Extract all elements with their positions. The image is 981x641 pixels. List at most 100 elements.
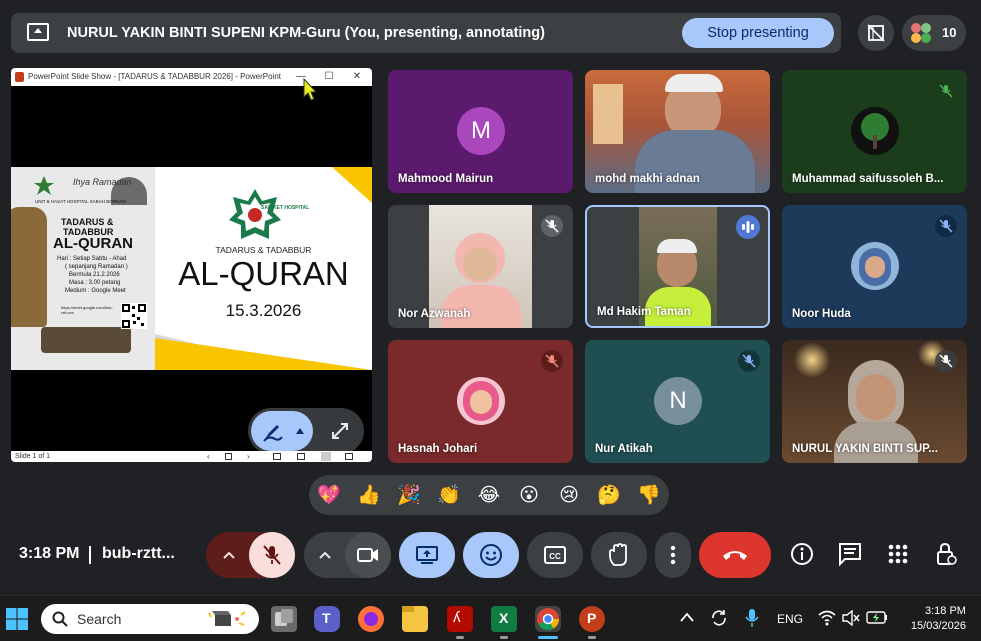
sorter-view-icon[interactable] <box>297 453 305 460</box>
participant-tile[interactable]: Muhammad saifussoleh B... <box>782 70 967 193</box>
avatar: N <box>654 377 702 425</box>
chat-button[interactable] <box>837 541 865 569</box>
reaction-sad[interactable]: 😢 <box>556 482 582 508</box>
camera-button[interactable] <box>345 532 391 578</box>
mouse-cursor-icon <box>303 78 318 101</box>
more-vert-icon <box>670 545 676 565</box>
audio-settings-button[interactable] <box>206 532 250 578</box>
lock-person-icon <box>937 542 957 565</box>
stop-presenting-button[interactable]: Stop presenting <box>682 18 834 48</box>
reaction-sparkling-heart[interactable]: 💖 <box>316 482 342 508</box>
participant-tile-self[interactable]: NURUL YAKIN BINTI SUP... <box>782 340 967 463</box>
reaction-thinking[interactable]: 🤔 <box>596 482 622 508</box>
next-slide-icon[interactable]: › <box>247 451 250 462</box>
reaction-clapping[interactable]: 👏 <box>436 482 462 508</box>
present-screen-icon <box>27 23 49 41</box>
prev-slide-icon[interactable]: ‹ <box>207 451 210 462</box>
participant-tile[interactable]: N Nur Atikah <box>585 340 770 463</box>
leave-call-button[interactable] <box>699 532 771 578</box>
firefox-icon[interactable] <box>358 606 384 632</box>
activities-button[interactable] <box>885 541 913 569</box>
app-running-indicator <box>500 636 508 639</box>
meeting-details-button[interactable] <box>789 541 817 569</box>
poster-line4: Masa : 3.00 petang <box>69 280 121 286</box>
slide-view-icon[interactable] <box>225 453 232 460</box>
window-title: PowerPoint Slide Show - [TADARUS & TADAB… <box>28 72 281 81</box>
expand-button[interactable] <box>320 411 360 451</box>
info-icon <box>791 543 813 565</box>
yellow-accent-bottom <box>155 338 372 370</box>
quran-graphic <box>41 327 131 353</box>
captions-button[interactable]: CC <box>527 532 583 578</box>
participant-tile[interactable]: Noor Huda <box>782 205 967 328</box>
participant-tile-active-speaker[interactable]: Md Hakim Taman <box>585 205 770 328</box>
participant-count: 10 <box>942 25 957 40</box>
chrome-icon[interactable] <box>535 606 561 632</box>
present-screen-icon <box>416 546 438 564</box>
reaction-thumbs-down[interactable]: 👎 <box>636 482 662 508</box>
participant-tile[interactable]: Hasnah Johari <box>388 340 573 463</box>
file-explorer-icon[interactable] <box>402 606 428 632</box>
participant-tile[interactable]: mohd makhi adnan <box>585 70 770 193</box>
poster-line2: ( sepanjang Ramadan ) <box>65 264 128 270</box>
presentation-window: PowerPoint Slide Show - [TADARUS & TADAB… <box>11 68 372 462</box>
reaction-laughing[interactable]: 😂 <box>476 482 502 508</box>
slide-date: 15.3.2026 <box>225 301 302 320</box>
microphone-button[interactable] <box>249 532 295 578</box>
search-icon <box>52 611 68 627</box>
acrobat-icon[interactable]: ʎ <box>447 606 473 632</box>
language-indicator[interactable]: ENG <box>777 612 803 626</box>
volume-muted-icon[interactable] <box>842 610 860 626</box>
powerpoint-taskbar-icon[interactable]: P <box>579 606 605 632</box>
teams-icon[interactable]: T <box>314 606 340 632</box>
battery-charging-icon[interactable] <box>866 609 888 625</box>
reading-view-icon[interactable] <box>321 452 331 461</box>
wifi-icon[interactable] <box>818 610 836 626</box>
mic-control-group <box>206 532 295 578</box>
presenting-banner-text: NURUL YAKIN BINTI SUPENI KPM-Guru (You, … <box>67 25 545 41</box>
taskbar-time: 3:18 PM <box>925 605 966 617</box>
excel-icon[interactable]: X <box>491 606 517 632</box>
qr-code-icon <box>121 303 147 329</box>
poster-title3: AL-QURAN <box>53 235 133 252</box>
taskbar-search[interactable]: Search <box>41 604 259 634</box>
reaction-surprised[interactable]: 😮 <box>516 482 542 508</box>
participant-name: Nor Azwanah <box>398 308 471 320</box>
participant-video-cap <box>657 239 697 253</box>
hide-tiles-button[interactable] <box>858 15 894 51</box>
reaction-party-popper[interactable]: 🎉 <box>396 482 422 508</box>
participant-video-cap <box>665 74 723 92</box>
more-options-button[interactable] <box>655 532 691 578</box>
reactions-bar: 💖 👍 🎉 👏 😂 😮 😢 🤔 👎 <box>309 475 669 515</box>
participant-tile[interactable]: Nor Azwanah <box>388 205 573 328</box>
app-running-indicator <box>456 636 464 639</box>
slide-title-area: SAINKET HOSPITAL TADARUS & TADABBUR AL-Q… <box>155 167 372 370</box>
sync-icon[interactable] <box>709 608 729 628</box>
task-view-icon[interactable] <box>271 606 297 632</box>
app-running-indicator <box>588 636 596 639</box>
chevron-up-icon[interactable] <box>680 612 694 622</box>
taskbar-clock[interactable]: 3:18 PM 15/03/2026 <box>911 604 966 634</box>
slide-title: AL-QURAN <box>178 255 349 292</box>
audio-bars-icon <box>742 221 754 233</box>
people-button[interactable]: 10 <box>902 15 966 51</box>
present-screen-button[interactable] <box>399 532 455 578</box>
microphone-tray-icon[interactable] <box>745 608 759 628</box>
annotate-pen-button[interactable] <box>251 411 313 451</box>
muted-indicator <box>935 350 957 372</box>
maximize-button[interactable]: ☐ <box>315 68 343 86</box>
slideshow-view-icon[interactable] <box>345 453 353 460</box>
normal-view-icon[interactable] <box>273 453 281 460</box>
hide-self-view-icon <box>867 24 885 42</box>
windows-start-icon[interactable] <box>5 607 29 631</box>
participant-name: Noor Huda <box>792 308 851 320</box>
send-reaction-button[interactable] <box>463 532 519 578</box>
participant-tile[interactable]: M Mahmood Mairun <box>388 70 573 193</box>
host-controls-button[interactable] <box>933 541 961 569</box>
reaction-thumbs-up[interactable]: 👍 <box>356 482 382 508</box>
raise-hand-button[interactable] <box>591 532 647 578</box>
meeting-code[interactable]: bub-rztt... <box>102 545 175 563</box>
video-settings-button[interactable] <box>304 532 346 578</box>
close-button[interactable]: ✕ <box>343 68 371 86</box>
raise-hand-icon <box>609 543 627 566</box>
